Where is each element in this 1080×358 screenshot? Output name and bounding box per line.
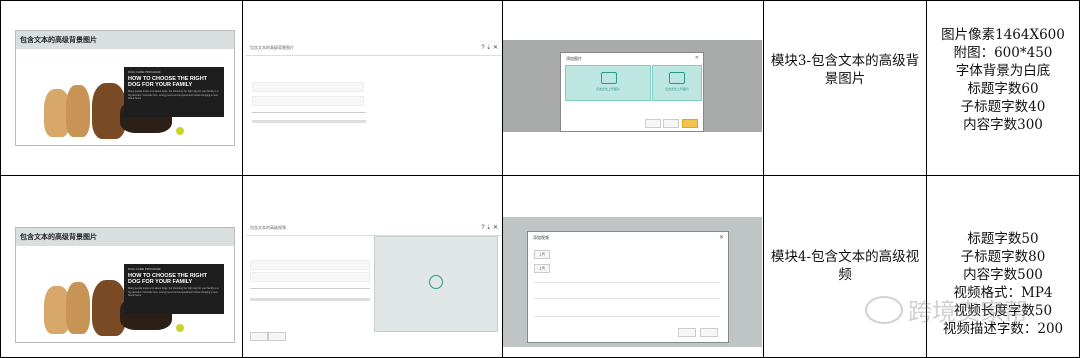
overlay-heading: HOW TO CHOOSE THE RIGHT DOG FOR YOUR FAM… [128, 76, 208, 88]
upload-label: 点击此处上传图片 [595, 87, 620, 91]
module-name: 模块3-包含文本的高级背景图片 [770, 53, 920, 87]
divider [534, 298, 720, 299]
overlay-kicker: DOG CARE PROGRAM [128, 70, 161, 74]
secondary-button[interactable] [663, 119, 679, 128]
dog-image: DOG CARE PROGRAM HOW TO CHOOSE THE RIGHT… [16, 49, 234, 145]
module-name: 模块4-包含文本的高级视频 [770, 249, 920, 283]
add-image-dialog: 添加图片 ✕ 点击此处上传图片 点击此处上传图片 [560, 52, 704, 132]
spec-line: 子标题字数80 [960, 249, 1046, 265]
module-preview-row2: 包含文本的高级背景图片 DOG CARE PROGRAM HOW TO CHOO… [15, 227, 235, 343]
spec-line: 字体背景为白底 [955, 63, 1051, 79]
spec-line: 子标题字数40 [960, 99, 1046, 115]
divider [534, 282, 720, 283]
cancel-button[interactable] [645, 119, 661, 128]
editor-panel-row1: 包含文本的高级背景图片 ? ⇣ ✕ [246, 42, 502, 132]
overlay-kicker: DOG CARE PROGRAM [128, 267, 161, 271]
title-field[interactable] [252, 82, 364, 92]
divider [534, 316, 720, 317]
column-divider [242, 0, 243, 358]
spec-line: 图片像素1464X600 [941, 27, 1065, 43]
close-icon[interactable]: ✕ [719, 234, 724, 241]
wechat-icon [865, 296, 903, 324]
upload-area-large[interactable]: 点击此处上传图片 [565, 65, 651, 101]
module-preview-row1: 包含文本的高级背景图片 DOG CARE PROGRAM HOW TO CHOO… [15, 30, 235, 146]
camera-icon [669, 72, 685, 84]
editor-title: 包含文本的高级视频 [250, 225, 286, 230]
content-field[interactable] [252, 120, 366, 123]
add-video-dialog: 添加视频 ✕ 上传 上传 [527, 231, 729, 343]
text-overlay: DOG CARE PROGRAM HOW TO CHOOSE THE RIGHT… [124, 67, 224, 117]
overlay-heading: HOW TO CHOOSE THE RIGHT DOG FOR YOUR FAM… [128, 273, 208, 285]
module-name-row2: 模块4-包含文本的高级视频 [765, 248, 925, 284]
subtitle-field[interactable] [252, 96, 364, 106]
screenshot-background-row2: 添加视频 ✕ 上传 上传 [503, 217, 762, 347]
editor-title-bar: 包含文本的高级背景图片 ? ⇣ ✕ [246, 42, 502, 56]
subtitle-field[interactable] [250, 272, 370, 282]
spec-line: 附图：600*450 [953, 45, 1053, 61]
preview-title: 包含文本的高级背景图片 [16, 31, 234, 49]
upload-label: 点击此处上传图片 [664, 87, 689, 91]
editor-panel-row2: 包含文本的高级视频 ? ⇣ ✕ [246, 222, 502, 346]
module-name-row1: 模块3-包含文本的高级背景图片 [765, 52, 925, 88]
upload-area-small[interactable]: 点击此处上传图片 [652, 65, 702, 101]
editor-title-bar: 包含文本的高级视频 ? ⇣ ✕ [246, 222, 502, 236]
upload-video-button[interactable]: 上传 [534, 250, 550, 259]
video-placeholder[interactable] [374, 236, 498, 332]
editor-tools-icon[interactable]: ? ⇣ ✕ [481, 44, 498, 51]
text-toolbar[interactable] [252, 112, 366, 113]
video-icon [429, 275, 443, 289]
text-overlay: DOG CARE PROGRAM HOW TO CHOOSE THE RIGHT… [124, 264, 224, 314]
dog-image: DOG CARE PROGRAM HOW TO CHOOSE THE RIGHT… [16, 246, 234, 342]
content-field[interactable] [250, 298, 370, 301]
specs-row1: 图片像素1464X600 附图：600*450 字体背景为白底 标题字数60 子… [928, 26, 1078, 134]
spec-line: 标题字数50 [967, 231, 1039, 247]
dialog-title: 添加图片 [566, 56, 582, 61]
editor-tools-icon[interactable]: ? ⇣ ✕ [481, 224, 498, 231]
row-divider [0, 175, 1080, 176]
watermark: 跨境卖家帮 [908, 298, 1028, 326]
confirm-button[interactable] [682, 119, 698, 128]
camera-icon [601, 72, 617, 84]
cancel-button[interactable] [678, 328, 696, 337]
editor-title: 包含文本的高级背景图片 [250, 45, 294, 50]
text-toolbar[interactable] [250, 288, 370, 289]
title-field[interactable] [250, 260, 370, 270]
editor-button[interactable] [268, 332, 286, 341]
overlay-body: Many people know a lot about dogs, but c… [128, 90, 219, 100]
screenshot-background-row1: 添加图片 ✕ 点击此处上传图片 点击此处上传图片 [503, 40, 762, 132]
column-divider [763, 0, 764, 358]
close-icon[interactable]: ✕ [695, 55, 699, 61]
spec-line: 内容字数500 [963, 267, 1043, 283]
dialog-title: 添加视频 [533, 235, 549, 240]
overlay-body: Many people know a lot about dogs, but c… [128, 287, 219, 297]
confirm-button[interactable] [700, 328, 718, 337]
spec-line: 标题字数60 [967, 81, 1039, 97]
spec-line: 内容字数300 [963, 117, 1043, 133]
editor-button[interactable] [250, 332, 268, 341]
preview-title: 包含文本的高级背景图片 [16, 228, 234, 246]
upload-cover-button[interactable]: 上传 [534, 264, 550, 273]
